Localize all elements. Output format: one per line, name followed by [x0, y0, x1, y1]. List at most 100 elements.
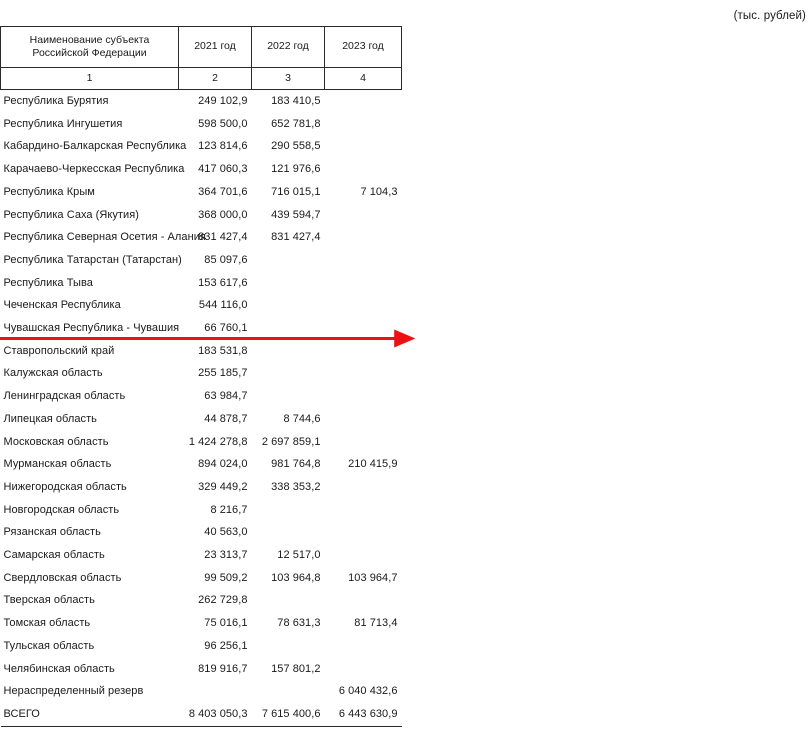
cell-subject-name: Томская область [3, 617, 91, 630]
cell-value-2023 [325, 408, 402, 431]
cell-value-2021: 99 509,2 [204, 571, 248, 584]
cell-value-2021: 368 000,0 [198, 208, 248, 221]
cell-subject-name: Кабардино-Балкарская Республика [3, 140, 187, 153]
column-header-year-2023: 2023 год [324, 26, 402, 68]
cell-value-2023 [325, 385, 402, 408]
cell-value-2021: 23 313,7 [204, 549, 248, 562]
cell-value-2021: 183 531,8 [198, 344, 248, 357]
cell-value-2023: 7 104,3 [360, 185, 398, 198]
cell-value-2022: 78 631,3 [277, 617, 321, 630]
cell-value-2021: 63 984,7 [204, 390, 248, 403]
cell-value-2022 [252, 249, 325, 272]
cell-subject-name: Тверская область [3, 594, 95, 607]
cell-value-2023 [325, 249, 402, 272]
cell-subject-name: Ленинградская область [3, 390, 126, 403]
table-row: Липецкая область 44 878,7 8 744,6 [1, 408, 402, 431]
table-row: Мурманская область 894 024,0 981 764,8 210 … [1, 453, 402, 476]
table-row: Чувашская Республика - Чувашия 66 760,1 [1, 317, 402, 340]
cell-value-2023 [325, 544, 402, 567]
cell-value-2023 [325, 317, 402, 340]
cell-value-2023 [325, 204, 402, 227]
cell-value-2023 [325, 431, 402, 454]
table-row: Республика Бурятия 249 102,9 183 410,5 [1, 90, 402, 113]
cell-subject-name: Нижегородская область [3, 480, 127, 493]
cell-value-2022 [252, 385, 325, 408]
cell-subject-name: Челябинская область [3, 662, 115, 675]
cell-subject-name: Республика Тыва [3, 276, 93, 289]
cell-value-2023 [325, 294, 402, 317]
cell-value-2023 [325, 272, 402, 295]
budget-allocation-table: Наименование субъекта Российской Федерац… [0, 26, 402, 727]
table-row: Республика Ингушетия 598 500,0 652 781,8 [1, 113, 402, 136]
cell-value-2022: 183 410,5 [271, 95, 321, 107]
cell-value-2021: 364 701,6 [198, 185, 248, 198]
column-number-4: 4 [324, 67, 402, 90]
table-row: Тульская область 96 256,1 [1, 635, 402, 658]
cell-value-2021: 123 814,6 [198, 140, 248, 153]
cell-value-2022: 2 697 859,1 [261, 435, 321, 448]
cell-value-2022 [252, 499, 325, 522]
cell-value-2023 [325, 476, 402, 499]
cell-subject-name: Чеченская Республика [3, 299, 121, 312]
table-row: Рязанская область 40 563,0 [1, 521, 402, 544]
cell-subject-name: Республика Бурятия [3, 95, 109, 107]
table-row: Калужская область 255 185,7 [1, 362, 402, 385]
column-number-3: 3 [251, 67, 325, 90]
cell-value-2022: 7 615 400,6 [251, 702, 325, 727]
column-header-year-2022: 2022 год [251, 26, 325, 68]
cell-value-2022 [252, 317, 325, 340]
cell-value-2021: 96 256,1 [204, 639, 248, 652]
cell-value-2022: 652 781,8 [271, 117, 321, 130]
cell-value-2023 [325, 113, 402, 136]
cell-subject-name: Рязанская область [3, 526, 101, 539]
table-header: Наименование субъекта Российской Федерац… [0, 26, 402, 90]
cell-value-2022 [252, 521, 325, 544]
cell-subject-name: Чувашская Республика - Чувашия [3, 322, 180, 335]
table-row: Томская область 75 016,1 78 631,3 81 713,4 [1, 612, 402, 635]
column-number-2: 2 [178, 67, 252, 90]
cell-value-2022: 8 744,6 [283, 412, 321, 425]
table-row: Челябинская область 819 916,7 157 801,2 [1, 658, 402, 681]
table-row: Республика Крым 364 701,6 716 015,1 7 104,3 [1, 181, 402, 204]
cell-value-2022 [252, 680, 325, 703]
table-row: Нераспределенный резерв 6 040 432,6 [1, 680, 402, 703]
cell-value-2021: 819 916,7 [198, 662, 248, 675]
cell-subject-name: Свердловская область [3, 571, 122, 584]
cell-value-2022: 12 517,0 [277, 549, 321, 562]
cell-subject-name: Мурманская область [3, 458, 112, 471]
cell-subject-name: Нераспределенный резерв [3, 685, 144, 698]
cell-value-2021: 66 760,1 [204, 322, 248, 335]
cell-value-2021: 417 060,3 [198, 163, 248, 176]
column-header-year-2021: 2021 год [178, 26, 252, 68]
cell-value-2022 [252, 589, 325, 612]
table-row: Республика Тыва 153 617,6 [1, 272, 402, 295]
cell-value-2023 [325, 635, 402, 658]
cell-subject-name: Липецкая область [3, 412, 97, 425]
cell-value-2021: 598 500,0 [198, 117, 248, 130]
cell-value-2023: 210 415,9 [348, 458, 398, 471]
cell-subject-name: ВСЕГО [0, 702, 179, 727]
cell-value-2023: 103 964,7 [348, 571, 398, 584]
table-row: Карачаево-Черкесская Республика 417 060,3… [1, 158, 402, 181]
table-row: Новгородская область 8 216,7 [1, 499, 402, 522]
table-row: Ленинградская область 63 984,7 [1, 385, 402, 408]
cell-value-2021: 40 563,0 [204, 526, 248, 539]
table-row: Тверская область 262 729,8 [1, 589, 402, 612]
table-body: Республика Бурятия 249 102,9 183 410,5 Респ… [0, 90, 402, 727]
cell-value-2021: 153 617,6 [198, 276, 248, 289]
cell-value-2022 [252, 362, 325, 385]
table-row: Свердловская область 99 509,2 103 964,8 103… [1, 567, 402, 590]
cell-value-2023: 81 713,4 [354, 617, 398, 630]
cell-value-2022: 981 764,8 [271, 458, 321, 471]
table-row: Чеченская Республика 544 116,0 [1, 294, 402, 317]
cell-value-2021: 44 878,7 [204, 412, 248, 425]
cell-value-2021: 1 424 278,8 [188, 435, 248, 448]
cell-value-2023 [325, 226, 402, 249]
table-row: Самарская область 23 313,7 12 517,0 [1, 544, 402, 567]
table-row: ВСЕГО 8 403 050,3 7 615 400,6 6 443 630,9 [0, 702, 402, 727]
cell-value-2022: 121 976,6 [271, 163, 321, 176]
cell-value-2022 [252, 272, 325, 295]
cell-value-2021: 8 403 050,3 [178, 702, 252, 727]
cell-value-2023 [325, 521, 402, 544]
cell-subject-name: Республика Крым [3, 185, 95, 198]
